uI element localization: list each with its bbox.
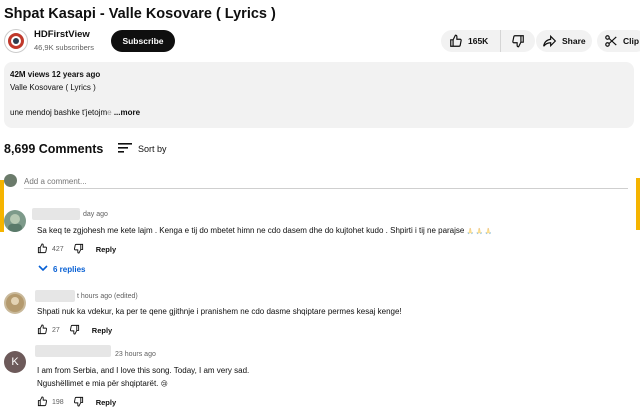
comment-time[interactable]: day ago: [83, 211, 108, 218]
commenter-name-blurred[interactable]: [35, 290, 75, 302]
comments-count: 8,699 Comments: [4, 142, 104, 156]
thumbs-up-icon: [37, 243, 48, 256]
thumbs-up-icon: [37, 396, 48, 409]
reply-button[interactable]: Reply: [96, 398, 116, 407]
comment-text-line-1: I am from Serbia, and I love this song. …: [37, 366, 250, 375]
commenter-name-blurred[interactable]: [32, 208, 80, 220]
commenter-avatar[interactable]: [4, 292, 26, 314]
commenter-name-blurred[interactable]: [35, 345, 111, 357]
comment-emoji: 🙏 🙏 🙏: [466, 229, 493, 235]
more-link[interactable]: ...more: [112, 108, 140, 117]
like-button[interactable]: 165K: [441, 30, 501, 52]
share-icon: [542, 34, 557, 48]
thumbs-down-icon: [73, 396, 84, 409]
comment-item: t hours ago (edited) Shpati nuk ka vdeku…: [0, 287, 640, 339]
thumbs-up-icon: [37, 324, 48, 337]
sort-label: Sort by: [138, 144, 167, 154]
view-replies-button[interactable]: 6 replies: [38, 264, 85, 274]
comment-like-count: 198: [52, 399, 64, 406]
reply-button[interactable]: Reply: [96, 245, 116, 254]
comment-time[interactable]: 23 hours ago: [115, 351, 156, 358]
commenter-avatar[interactable]: [4, 210, 26, 232]
thumbs-down-icon: [511, 34, 525, 48]
comment-dislike-button[interactable]: [73, 243, 84, 256]
thumbs-down-icon: [73, 243, 84, 256]
description-box[interactable]: 42M views 12 years ago Valle Kosovare ( …: [4, 62, 634, 128]
video-title: Shpat Kasapi - Valle Kosovare ( Lyrics ): [4, 6, 276, 22]
thumbs-down-icon: [69, 324, 80, 337]
user-avatar: [4, 174, 17, 187]
comment-time[interactable]: t hours ago (edited): [77, 293, 138, 300]
thumbs-up-icon: [449, 34, 463, 48]
clip-button[interactable]: Clip: [597, 30, 640, 52]
comment-actions: 198 Reply: [37, 396, 116, 409]
comment-like-button[interactable]: 427: [37, 243, 64, 256]
avatar-letter: K: [11, 356, 19, 368]
comment-actions: 27 Reply: [37, 324, 112, 337]
add-comment-input[interactable]: [24, 174, 628, 189]
comment-text: Shpati nuk ka vdekur, ka per te qene gji…: [37, 307, 402, 316]
subscribe-button[interactable]: Subscribe: [111, 30, 175, 52]
comment-dislike-button[interactable]: [73, 396, 84, 409]
commenter-avatar[interactable]: K: [4, 351, 26, 373]
like-count: 165K: [468, 36, 489, 46]
reply-button[interactable]: Reply: [92, 326, 112, 335]
comment-dislike-button[interactable]: [69, 324, 80, 337]
subscriber-count: 46,9K subscribers: [34, 43, 95, 52]
sort-icon: [118, 142, 132, 156]
like-dislike-group: 165K: [441, 30, 535, 52]
scissors-icon: [604, 34, 618, 48]
dislike-button[interactable]: [501, 30, 535, 52]
share-label: Share: [562, 36, 586, 46]
sort-by-button[interactable]: Sort by: [118, 142, 167, 156]
comment-text-line-2: Ngushëllimet e mia për shqiptarët. 😢: [37, 379, 168, 388]
clip-label: Clip: [623, 36, 640, 46]
comment-like-button[interactable]: 27: [37, 324, 60, 337]
channel-name[interactable]: HDFirstView: [34, 29, 90, 40]
comment-like-button[interactable]: 198: [37, 396, 64, 409]
channel-avatar[interactable]: [4, 29, 28, 53]
description-text: une mendoj bashke t'jetojme ...more: [10, 108, 141, 117]
crying-emoji-icon: 😢: [160, 381, 168, 388]
description-title-line: Valle Kosovare ( Lyrics ): [10, 83, 96, 92]
channel-row: HDFirstView 46,9K subscribers Subscribe …: [4, 28, 640, 56]
comment-item: day ago Sa keq te zgjohesh me kete lajm …: [0, 204, 640, 280]
share-button[interactable]: Share: [536, 30, 592, 52]
comment-like-count: 27: [52, 327, 60, 334]
chevron-down-icon: [38, 264, 48, 274]
replies-label: 6 replies: [53, 264, 86, 274]
comment-actions: 427 Reply: [37, 243, 116, 256]
comment-like-count: 427: [52, 246, 64, 253]
comment-item: K 23 hours ago I am from Serbia, and I l…: [0, 343, 640, 410]
views-and-date: 42M views 12 years ago: [10, 70, 101, 79]
comment-text: Sa keq te zgjohesh me kete lajm . Kenga …: [37, 226, 493, 235]
